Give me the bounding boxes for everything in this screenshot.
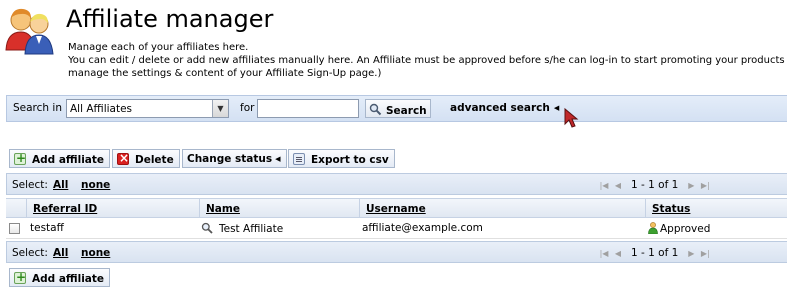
search-scope-select[interactable]: All Affiliates ▼ <box>66 99 229 118</box>
column-header-status[interactable]: Status <box>645 199 787 218</box>
mouse-cursor-icon <box>564 107 579 128</box>
pager: |◀ ◀ 1 - 1 of 1 ▶ ▶| <box>597 247 712 259</box>
search-in-label: Search in <box>13 102 62 114</box>
first-page-icon[interactable]: |◀ <box>597 181 611 190</box>
column-header-referral-id[interactable]: Referral ID <box>26 199 199 218</box>
previous-page-icon[interactable]: ◀ <box>611 181 625 190</box>
search-button-label: Search <box>386 105 427 117</box>
previous-page-icon[interactable]: ◀ <box>611 249 625 258</box>
affiliate-name-link[interactable]: Test Affiliate <box>219 223 283 235</box>
add-icon <box>14 151 26 165</box>
page-range: 1 - 1 of 1 <box>631 247 679 259</box>
select-all-link[interactable]: All <box>53 179 68 191</box>
select-label: Select: <box>12 179 48 191</box>
search-input[interactable] <box>257 99 359 118</box>
add-icon <box>14 270 26 284</box>
pager: |◀ ◀ 1 - 1 of 1 ▶ ▶| <box>597 179 712 191</box>
last-page-icon[interactable]: ▶| <box>698 181 712 190</box>
select-none-link[interactable]: none <box>81 247 110 259</box>
add-affiliate-label: Add affiliate <box>32 273 105 285</box>
triangle-left-icon: ◀ <box>553 104 560 112</box>
selection-bar-bottom: Select: All none |◀ ◀ 1 - 1 of 1 ▶ ▶| <box>6 241 787 263</box>
selection-bar-top: Select: All none |◀ ◀ 1 - 1 of 1 ▶ ▶| <box>6 173 787 195</box>
add-affiliate-label: Add affiliate <box>32 154 105 166</box>
select-label: Select: <box>12 247 48 259</box>
description-line: manage the settings & content of your Af… <box>68 68 382 79</box>
delete-label: Delete <box>135 154 174 166</box>
column-header-username[interactable]: Username <box>359 199 645 218</box>
affiliates-people-icon <box>5 8 54 55</box>
column-header-name[interactable]: Name <box>199 199 359 218</box>
export-csv-label: Export to csv <box>311 154 389 166</box>
select-all-link[interactable]: All <box>53 247 68 259</box>
change-status-label: Change status <box>187 153 273 165</box>
affiliates-table: Referral ID Name Username Status testaff… <box>6 198 787 239</box>
page-range: 1 - 1 of 1 <box>631 179 679 191</box>
table-header: Referral ID Name Username Status <box>6 198 787 218</box>
delete-icon <box>117 151 129 165</box>
cell-name: Test Affiliate <box>201 222 283 235</box>
page-description: Manage each of your affiliates here. You… <box>68 41 787 80</box>
page-title: Affiliate manager <box>66 5 274 33</box>
advanced-search-link[interactable]: advanced search ◀ <box>450 102 559 114</box>
cell-status: Approved <box>648 222 710 235</box>
advanced-search-label: advanced search <box>450 102 550 114</box>
cell-username: affiliate@example.com <box>362 222 483 234</box>
next-page-icon[interactable]: ▶ <box>684 249 698 258</box>
search-icon <box>369 103 382 116</box>
last-page-icon[interactable]: ▶| <box>698 249 712 258</box>
status-badge: Approved <box>660 223 711 235</box>
change-status-button[interactable]: Change status ◀ <box>182 149 287 168</box>
document-list-icon <box>293 153 305 165</box>
next-page-icon[interactable]: ▶ <box>684 181 698 190</box>
view-details-icon[interactable] <box>201 222 213 234</box>
row-checkbox[interactable] <box>9 223 20 234</box>
select-none-link[interactable]: none <box>81 179 110 191</box>
triangle-left-icon: ◀ <box>275 155 281 163</box>
description-line: Manage each of your affiliates here. <box>68 42 249 53</box>
table-row[interactable]: testaff Test Affiliate affiliate@example… <box>6 218 787 239</box>
chevron-down-icon[interactable]: ▼ <box>212 100 228 117</box>
description-line: You can edit / delete or add new affilia… <box>68 55 787 66</box>
add-affiliate-button-bottom[interactable]: Add affiliate <box>9 268 111 287</box>
cell-referral-id: testaff <box>30 222 64 234</box>
search-scope-value: All Affiliates <box>70 103 133 115</box>
add-affiliate-button[interactable]: Add affiliate <box>9 149 111 168</box>
approved-user-icon <box>648 222 658 234</box>
search-bar: Search in All Affiliates ▼ for Search ad… <box>6 95 787 122</box>
first-page-icon[interactable]: |◀ <box>597 249 611 258</box>
export-csv-button[interactable]: Export to csv <box>288 149 395 168</box>
for-label: for <box>240 102 255 114</box>
delete-button[interactable]: Delete <box>112 149 180 168</box>
search-button[interactable]: Search <box>365 99 431 118</box>
